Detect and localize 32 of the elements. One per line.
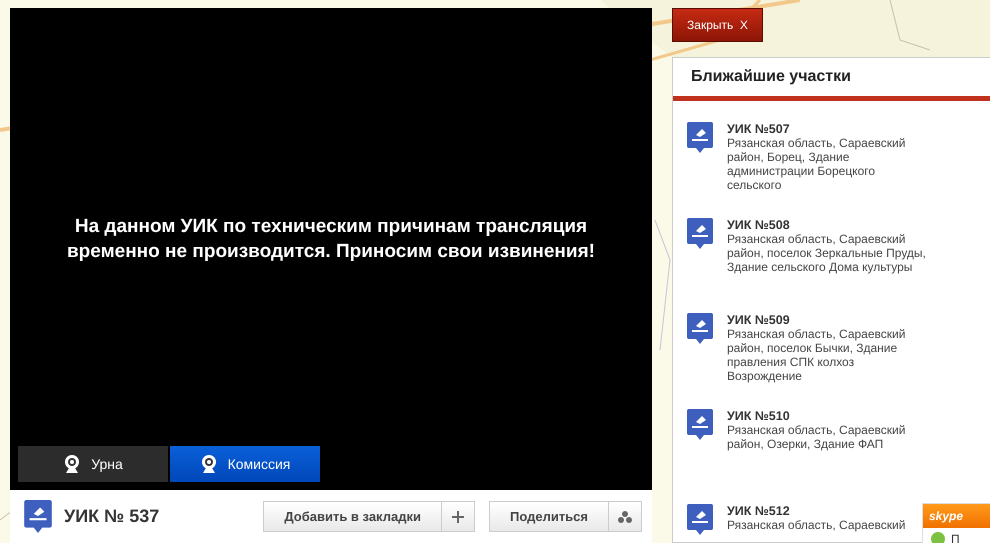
station-link[interactable]: УИК №508 (727, 218, 790, 232)
share-icon (618, 510, 632, 522)
status-message: На данном УИК по техническим причинам трансляция временно не производится. Приносим свои извинения! (66, 215, 596, 264)
station-link[interactable]: УИК №510 (727, 409, 790, 423)
station-address: Рязанская область, Сараевский район, Озерки, Здание ФАП (727, 423, 906, 451)
camera-tab[interactable]: Комиссия (170, 446, 320, 482)
ballot-box-icon (687, 504, 713, 536)
widget-label: П (951, 532, 960, 543)
station-address: Рязанская область, Сараевский (727, 518, 906, 532)
ballot-box-icon (687, 409, 713, 441)
station-link[interactable]: УИК №509 (727, 313, 790, 327)
webcam-icon (200, 454, 218, 474)
plus-icon (452, 510, 464, 522)
station-link[interactable]: УИК №512 (727, 504, 790, 518)
station-link[interactable]: УИК №507 (727, 122, 790, 136)
status-icon (931, 532, 945, 543)
camera-tab[interactable]: Урна (18, 446, 168, 482)
panel-title: Ближайшие участки (673, 58, 990, 101)
action-button[interactable]: Поделиться (488, 501, 642, 532)
close-button[interactable]: Закрыть X (672, 8, 763, 42)
station-address: Рязанская область, Сараевский район, поселок Зеркальные Пруды, Здание сельского Дома культуры (727, 232, 927, 274)
action-button[interactable]: Добавить в закладки (263, 501, 475, 532)
station-address: Рязанская область, Сараевский район, Борец, Здание администрации Борецкого сельского (727, 136, 906, 192)
ballot-box-icon (687, 218, 713, 250)
ballot-box-icon (687, 122, 713, 154)
webcam-icon (63, 454, 82, 474)
chat-widget[interactable]: skype П (922, 503, 990, 543)
skype-logo: skype (929, 509, 964, 523)
station-address: Рязанская область, Сараевский район, поселок Бычки, Здание правления СПК колхоз Возрождение (727, 327, 906, 383)
station-title: УИК № 537 (64, 506, 160, 527)
ballot-box-icon (24, 500, 52, 534)
ballot-box-icon (687, 313, 713, 345)
